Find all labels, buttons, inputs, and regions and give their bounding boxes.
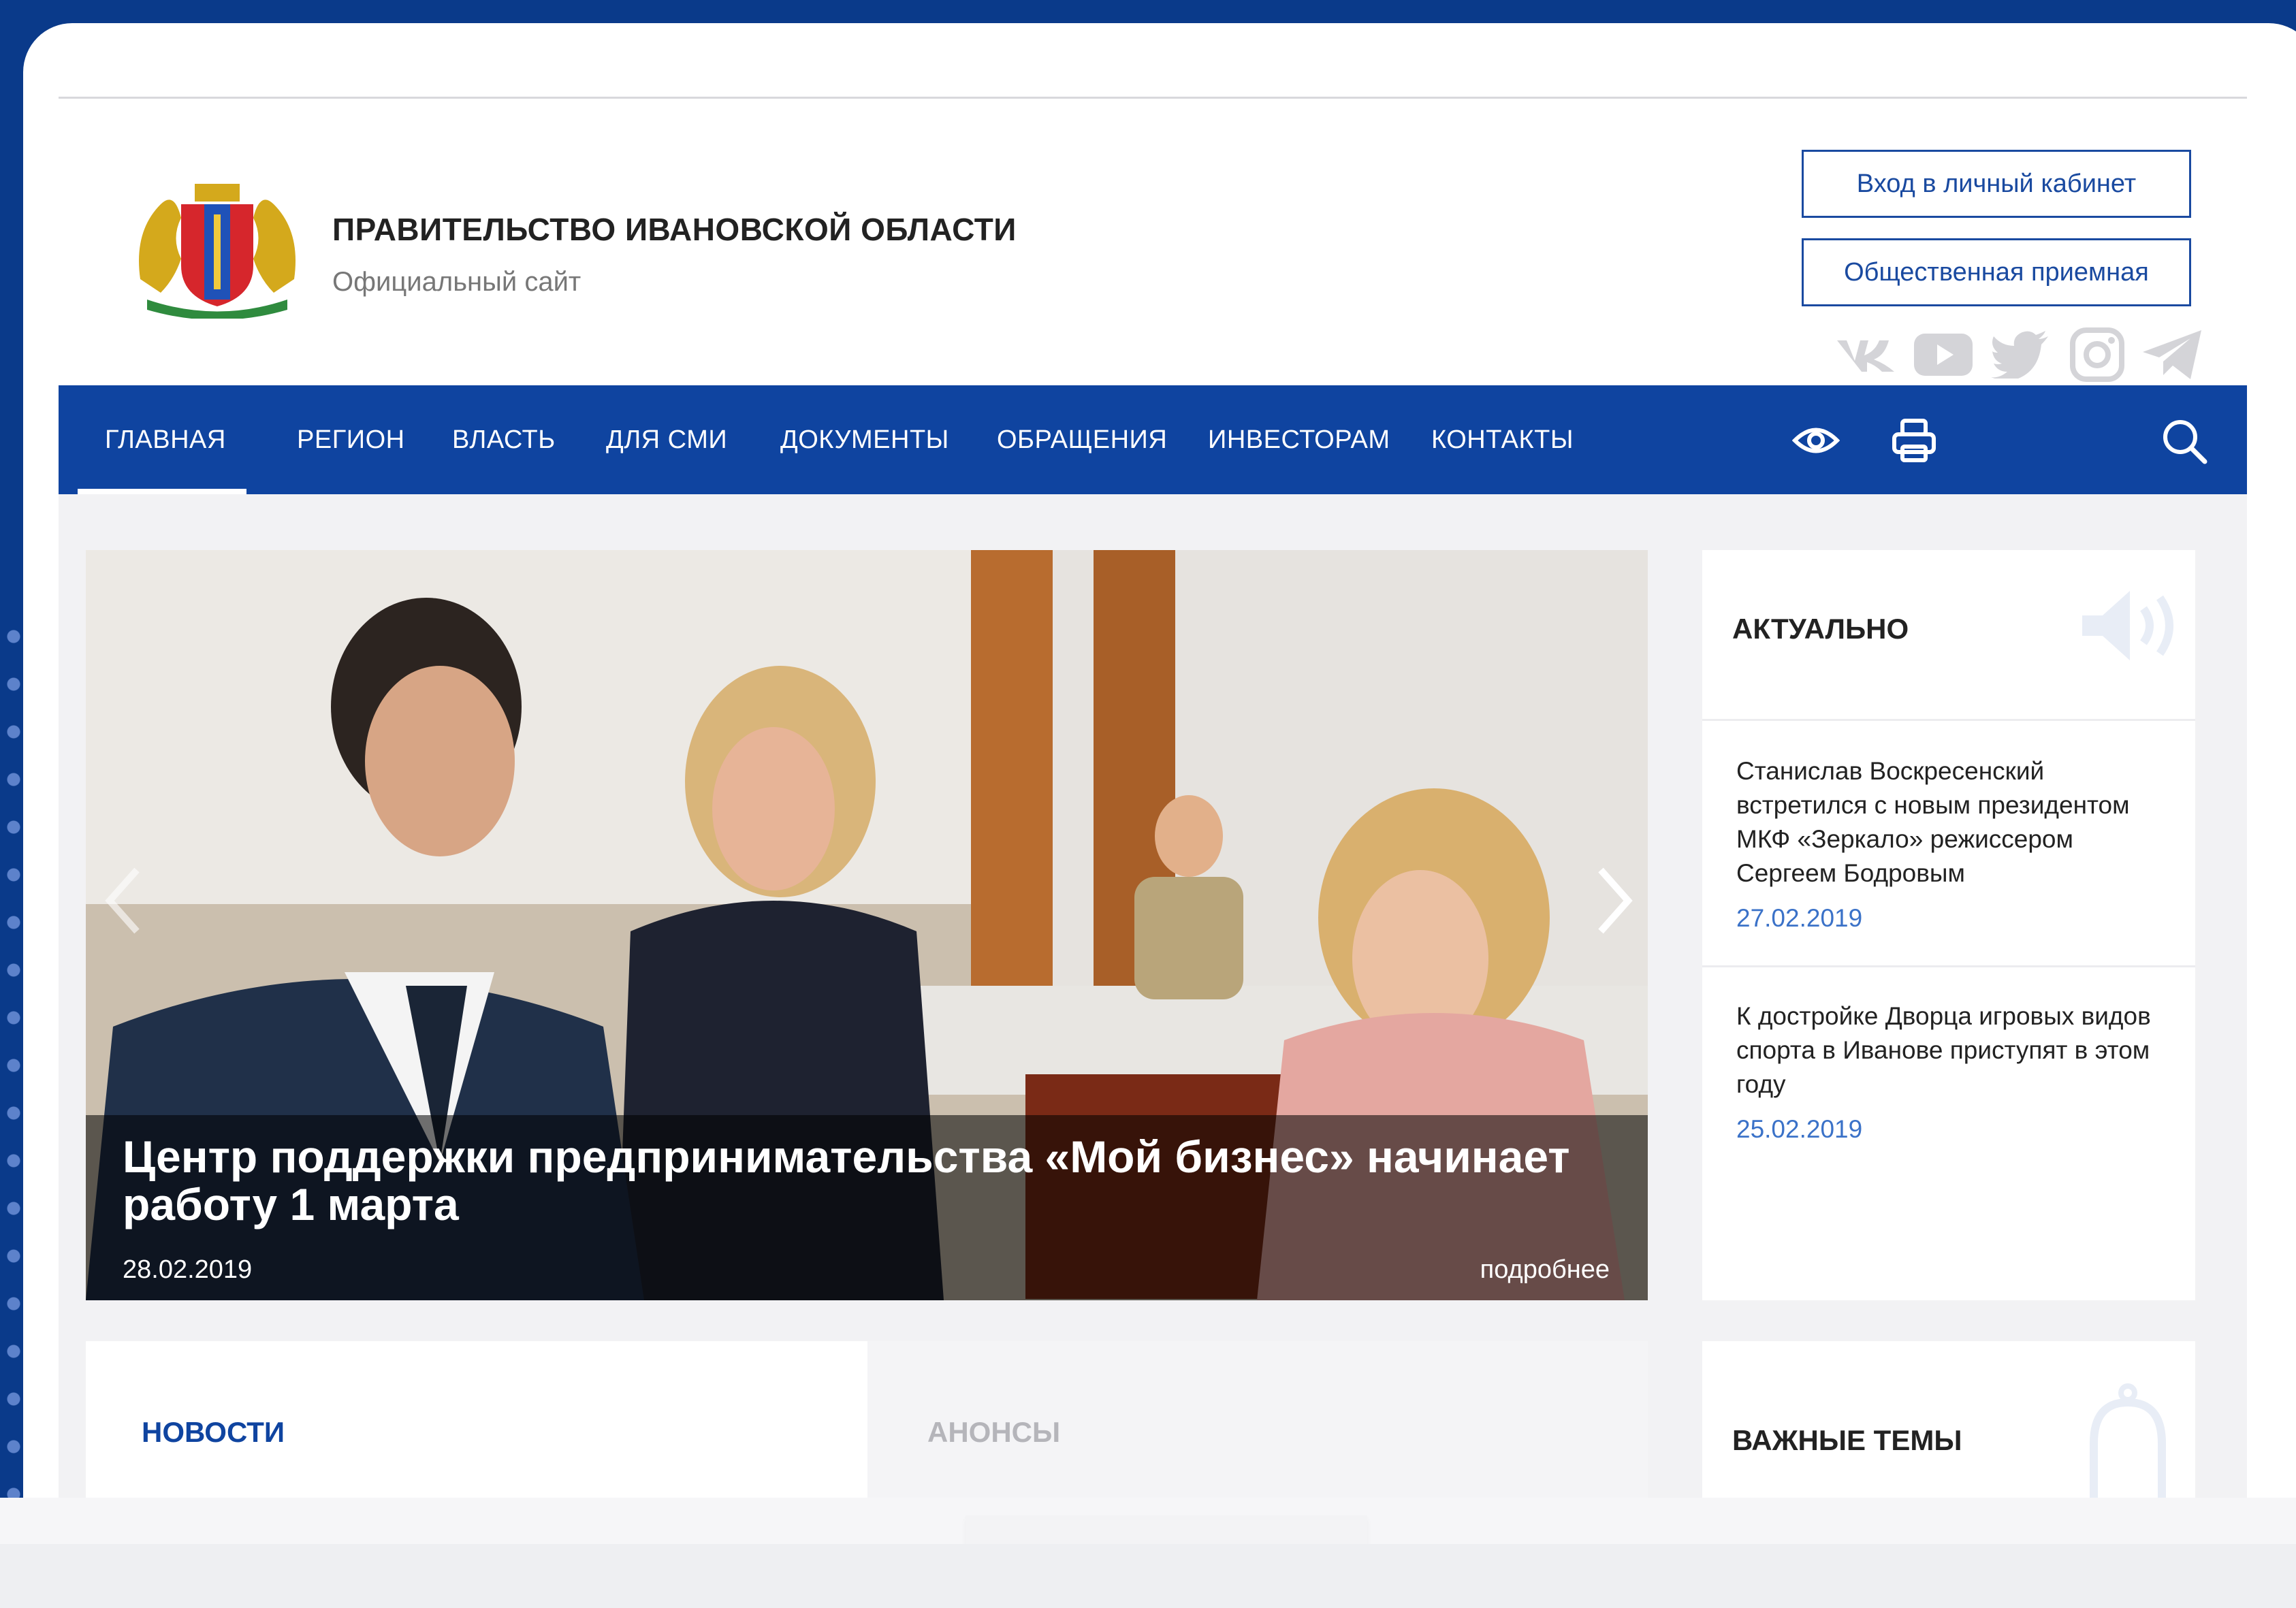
news-tabs: НОВОСТИ АНОНСЫ: [86, 1341, 1648, 1498]
printer-icon[interactable]: [1890, 417, 1938, 464]
main-navigation: ГЛАВНАЯ РЕГИОН ВЛАСТЬ ДЛЯ СМИ ДОКУМЕНТЫ …: [59, 385, 2247, 494]
telegram-icon[interactable]: [2138, 324, 2206, 385]
nav-item-home[interactable]: ГЛАВНАЯ: [105, 385, 226, 494]
eye-icon[interactable]: [1792, 417, 1840, 464]
news-item-title[interactable]: К достройке Дворца игровых видов спорта …: [1736, 999, 2172, 1102]
slider-prev-arrow[interactable]: [99, 863, 147, 938]
nav-item-appeals[interactable]: ОБРАЩЕНИЯ: [997, 385, 1167, 494]
vk-icon[interactable]: [1832, 324, 1900, 385]
nav-item-region[interactable]: РЕГИОН: [297, 385, 405, 494]
actual-heading: АКТУАЛЬНО: [1732, 613, 1909, 645]
site-subtitle: Официальный сайт: [332, 267, 581, 297]
coat-of-arms-logo[interactable]: [133, 177, 301, 319]
divider: [1702, 965, 2195, 967]
site-title[interactable]: ПРАВИТЕЛЬСТВО ИВАНОВСКОЙ ОБЛАСТИ: [332, 211, 1017, 248]
divider: [1702, 719, 2195, 721]
nav-item-power[interactable]: ВЛАСТЬ: [452, 385, 556, 494]
tab-announcements[interactable]: АНОНСЫ: [927, 1416, 1060, 1449]
hero-slider[interactable]: Центр поддержки предпринимательства «Мой…: [86, 550, 1648, 1300]
device-bottom-strip: [0, 1544, 2296, 1608]
nav-item-investors[interactable]: ИНВЕСТОРАМ: [1208, 385, 1390, 494]
news-item-date: 27.02.2019: [1736, 904, 1863, 932]
topics-heading: ВАЖНЫЕ ТЕМЫ: [1732, 1424, 1962, 1456]
news-item-title[interactable]: Станислав Воскресенский встретился с нов…: [1736, 754, 2172, 890]
hero-more-link[interactable]: подробнее: [1480, 1255, 1610, 1285]
twitter-icon[interactable]: [1986, 324, 2054, 385]
personal-cabinet-button[interactable]: Вход в личный кабинет: [1802, 150, 2191, 218]
actual-news-card: АКТУАЛЬНО Станислав Воскресенский встрет…: [1702, 550, 2195, 1300]
megaphone-icon: [2082, 591, 2173, 660]
top-divider: [59, 97, 2247, 99]
hero-date: 28.02.2019: [123, 1255, 253, 1284]
slider-next-arrow[interactable]: [1591, 863, 1638, 938]
nav-item-documents[interactable]: ДОКУМЕНТЫ: [780, 385, 949, 494]
nav-item-media[interactable]: ДЛЯ СМИ: [606, 385, 727, 494]
nav-item-contacts[interactable]: КОНТАКТЫ: [1431, 385, 1574, 494]
public-reception-button[interactable]: Общественная приемная: [1802, 238, 2191, 306]
bell-icon: [2090, 1383, 2166, 1498]
youtube-icon[interactable]: [1909, 324, 1977, 385]
tab-news[interactable]: НОВОСТИ: [142, 1416, 285, 1449]
nav-active-indicator: [78, 489, 246, 494]
important-topics-card: ВАЖНЫЕ ТЕМЫ: [1702, 1341, 2195, 1498]
news-item-date: 25.02.2019: [1736, 1115, 1863, 1143]
hero-title[interactable]: Центр поддержки предпринимательства «Мой…: [123, 1133, 1621, 1228]
search-icon[interactable]: [2160, 417, 2207, 464]
instagram-icon[interactable]: [2063, 324, 2131, 385]
